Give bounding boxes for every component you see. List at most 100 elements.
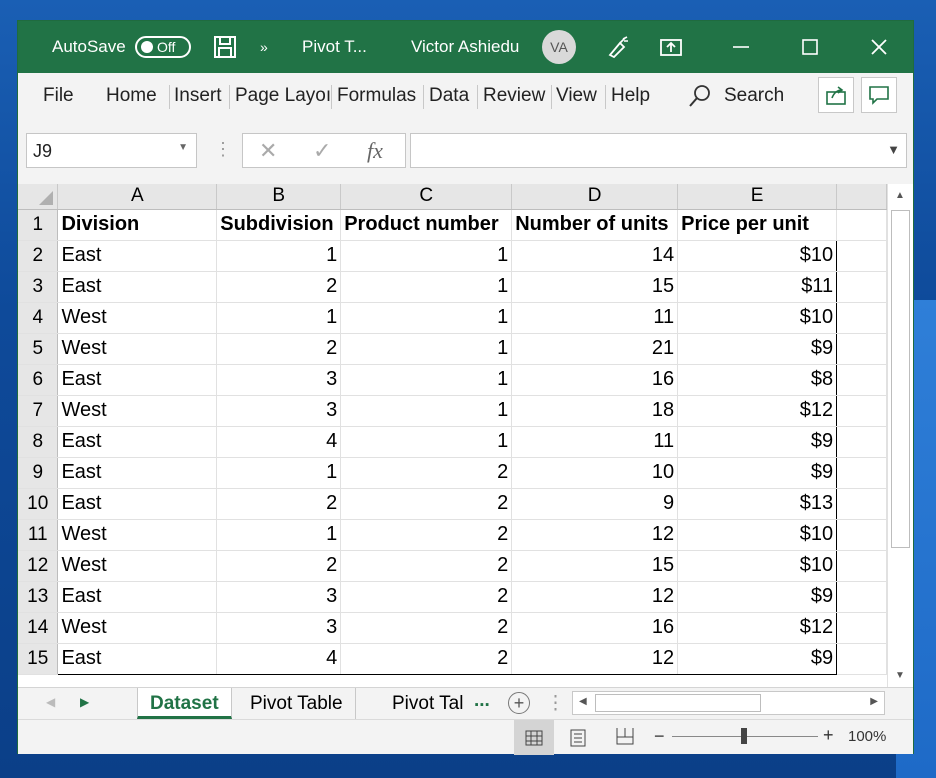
table-cell[interactable]: East [57, 271, 218, 303]
table-cell[interactable]: 4 [216, 643, 342, 675]
scroll-up-icon[interactable]: ▲ [895, 190, 905, 201]
table-cell[interactable] [836, 240, 887, 272]
table-cell[interactable]: $9 [677, 581, 838, 613]
table-cell[interactable]: 15 [511, 271, 679, 303]
table-cell[interactable]: East [57, 240, 218, 272]
table-cell[interactable]: 2 [340, 488, 513, 520]
tab-pivot-table-2[interactable]: Pivot Tal [380, 688, 470, 719]
row-header[interactable]: 5 [18, 333, 59, 365]
table-cell[interactable]: $10 [677, 302, 838, 334]
menu-page-layout[interactable]: Page Layoı [235, 85, 330, 107]
save-icon[interactable] [214, 21, 236, 73]
table-cell[interactable]: 2 [340, 581, 513, 613]
table-cell[interactable]: 12 [511, 581, 679, 613]
autosave-toggle[interactable]: Off [135, 36, 191, 58]
table-cell[interactable] [836, 519, 887, 551]
table-cell[interactable] [836, 395, 887, 427]
search-icon[interactable] [688, 84, 712, 114]
column-header-b[interactable]: B [216, 184, 342, 210]
table-cell[interactable]: 1 [340, 364, 513, 396]
table-cell[interactable]: $13 [677, 488, 838, 520]
table-cell[interactable]: 2 [216, 550, 342, 582]
table-cell[interactable]: 2 [216, 488, 342, 520]
table-cell[interactable]: 16 [511, 364, 679, 396]
name-box[interactable]: J9 ▼ [26, 133, 197, 168]
table-cell[interactable]: 12 [511, 643, 679, 675]
table-cell[interactable]: 2 [340, 550, 513, 582]
table-cell[interactable]: $8 [677, 364, 838, 396]
row-header[interactable]: 12 [18, 550, 59, 582]
cell-table[interactable]: A B C D E 1 Division Subdivision Product… [18, 184, 887, 675]
table-cell[interactable]: $11 [677, 271, 838, 303]
table-cell[interactable]: 11 [511, 426, 679, 458]
zoom-slider-thumb[interactable] [741, 728, 747, 744]
table-cell[interactable]: 1 [216, 519, 342, 551]
table-cell[interactable]: 1 [216, 457, 342, 489]
table-cell[interactable]: 4 [216, 426, 342, 458]
expand-formula-icon[interactable]: ▼ [887, 142, 900, 157]
table-cell[interactable]: 1 [340, 302, 513, 334]
row-header[interactable]: 4 [18, 302, 59, 334]
scroll-tabs-right-icon[interactable]: ▶ [80, 695, 89, 709]
table-cell[interactable]: 2 [216, 333, 342, 365]
table-cell[interactable]: 1 [340, 395, 513, 427]
table-cell[interactable]: $10 [677, 240, 838, 272]
table-cell[interactable]: East [57, 643, 218, 675]
table-cell[interactable] [836, 457, 887, 489]
scrollbar-thumb[interactable] [891, 210, 910, 548]
insert-function-button[interactable]: fx [367, 138, 383, 164]
avatar[interactable]: VA [542, 30, 576, 64]
comments-button[interactable] [861, 77, 897, 113]
horizontal-scrollbar-thumb[interactable] [595, 694, 761, 712]
zoom-out-button[interactable]: − [654, 726, 665, 747]
table-cell[interactable]: 2 [340, 519, 513, 551]
scroll-right-icon[interactable]: ▶ [870, 696, 878, 707]
menu-review[interactable]: Review [483, 85, 545, 107]
chevron-down-icon[interactable]: ▼ [178, 142, 188, 153]
table-cell[interactable] [836, 209, 887, 241]
row-header[interactable]: 1 [18, 209, 59, 241]
row-header[interactable]: 14 [18, 612, 59, 644]
more-tabs-indicator[interactable]: ... [474, 690, 490, 712]
table-cell[interactable] [836, 488, 887, 520]
table-cell[interactable]: 11 [511, 302, 679, 334]
add-sheet-icon[interactable]: + [508, 692, 530, 714]
menu-home[interactable]: Home [106, 85, 157, 107]
table-cell[interactable]: West [57, 395, 218, 427]
page-break-preview-icon[interactable] [615, 727, 635, 749]
table-cell[interactable]: East [57, 457, 218, 489]
horizontal-scrollbar[interactable]: ◀ ▶ [572, 691, 885, 715]
table-cell[interactable]: Number of units [511, 209, 679, 241]
close-icon[interactable] [870, 21, 888, 73]
scroll-down-icon[interactable]: ▼ [895, 670, 905, 681]
tab-dataset[interactable]: Dataset [137, 688, 232, 719]
table-cell[interactable] [836, 302, 887, 334]
menu-data[interactable]: Data [429, 85, 469, 107]
table-cell[interactable]: 1 [340, 426, 513, 458]
row-header[interactable]: 6 [18, 364, 59, 396]
menu-file[interactable]: File [43, 85, 74, 107]
table-cell[interactable]: 3 [216, 581, 342, 613]
share-button[interactable] [818, 77, 854, 113]
table-cell[interactable]: 3 [216, 395, 342, 427]
table-cell[interactable]: 2 [340, 643, 513, 675]
row-header[interactable]: 2 [18, 240, 59, 272]
cancel-icon[interactable]: ✕ [259, 138, 277, 164]
tab-split-grip-icon[interactable]: ⋮ [546, 692, 565, 715]
column-header-e[interactable]: E [677, 184, 838, 210]
row-header[interactable]: 3 [18, 271, 59, 303]
search-box[interactable]: Search [724, 85, 784, 107]
table-cell[interactable] [836, 581, 887, 613]
table-cell[interactable]: $12 [677, 395, 838, 427]
row-header[interactable]: 7 [18, 395, 59, 427]
row-header[interactable]: 9 [18, 457, 59, 489]
table-cell[interactable] [836, 333, 887, 365]
menu-view[interactable]: View [556, 85, 597, 107]
row-header[interactable]: 15 [18, 643, 59, 675]
page-layout-view-icon[interactable] [568, 729, 588, 751]
table-cell[interactable]: West [57, 612, 218, 644]
table-cell[interactable]: 14 [511, 240, 679, 272]
table-cell[interactable]: $10 [677, 519, 838, 551]
row-header[interactable]: 10 [18, 488, 59, 520]
table-cell[interactable]: 16 [511, 612, 679, 644]
